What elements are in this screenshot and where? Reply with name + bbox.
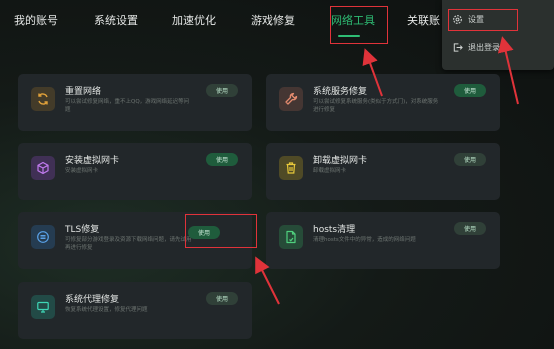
instruction-arrows	[255, 36, 519, 305]
arrow-to-tls-use	[255, 256, 280, 305]
arrow-to-settings	[497, 36, 519, 105]
arrow-to-network-tools	[362, 48, 383, 97]
